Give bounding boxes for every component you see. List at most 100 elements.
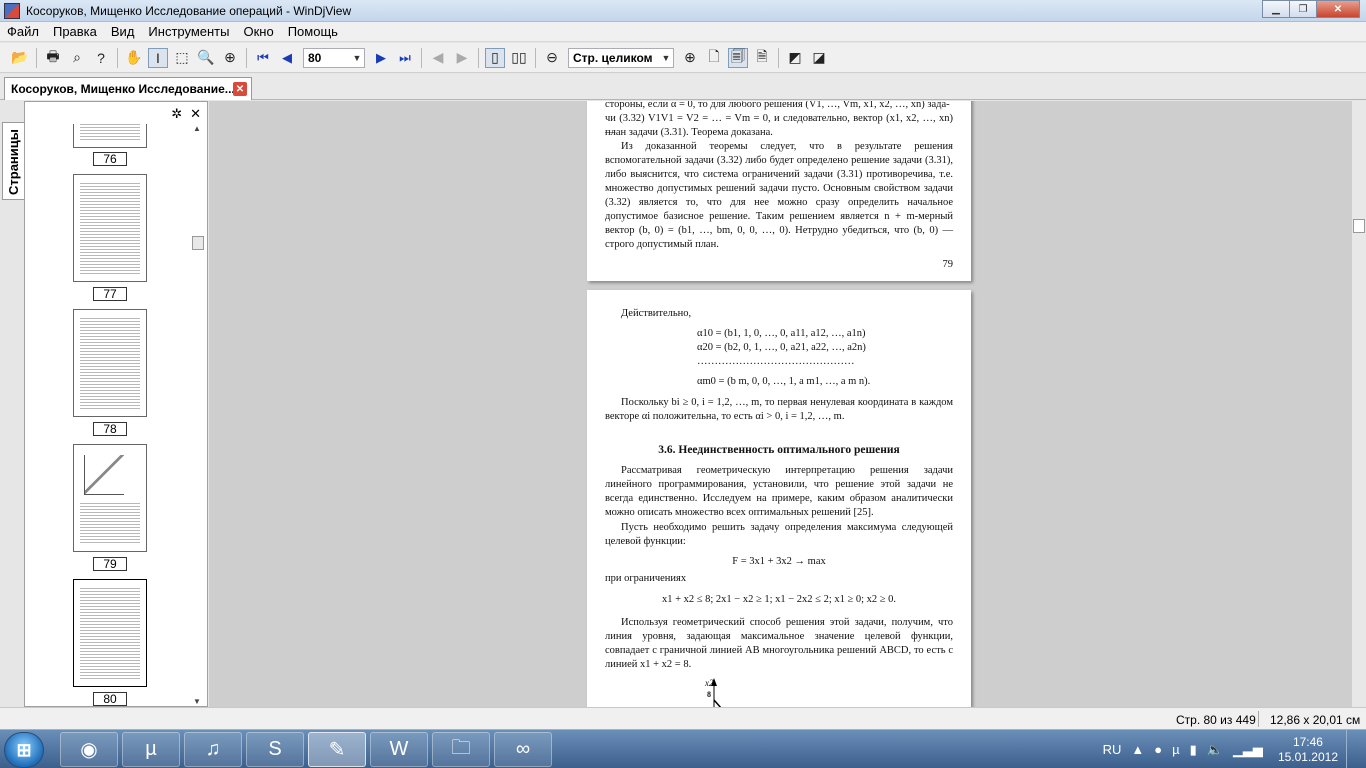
page80-constraints: x1 + x2 ≤ 8; 2x1 − x2 ≥ 1; x1 − 2x2 ≤ 2;… — [661, 594, 897, 605]
taskbar: ⊞ ◉ µ ♫ S ✎ W 🗀 ∞ RU ▲ ● µ ▮ 🔈 ▁▃▅ 17:46… — [0, 729, 1366, 768]
status-page: Стр. 80 из 449 — [1176, 713, 1256, 727]
tray-app-icon[interactable]: ● — [1154, 742, 1162, 757]
window-title: Косоруков, Мищенко Исследование операций… — [26, 3, 352, 18]
system-tray: RU ▲ ● µ ▮ 🔈 ▁▃▅ 17:46 15.01.2012 — [1098, 730, 1358, 768]
menu-bar: Файл Правка Вид Инструменты Окно Помощь — [0, 22, 1366, 42]
document-tab-label: Косоруков, Мищенко Исследование... — [11, 82, 233, 96]
pages-side-tab[interactable]: Страницы — [2, 122, 24, 200]
explorer-taskbar-icon[interactable]: 🗀 — [432, 732, 490, 767]
chevron-down-icon[interactable]: ▼ — [659, 53, 673, 63]
skype-taskbar-icon[interactable]: S — [246, 732, 304, 767]
document-scrollbar[interactable] — [1352, 101, 1366, 707]
minimize-button[interactable]: ▁ — [1262, 0, 1290, 18]
document-view[interactable]: стороны, если α = 0, то для любого решен… — [209, 101, 1366, 707]
next-page-icon[interactable]: ▶ — [371, 48, 391, 68]
menu-view[interactable]: Вид — [104, 22, 142, 42]
display-mode-icon[interactable]: ◩ — [785, 48, 805, 68]
clock-date: 15.01.2012 — [1277, 749, 1338, 764]
word-taskbar-icon[interactable]: W — [370, 732, 428, 767]
zoom-rect-icon[interactable]: 🔍 — [196, 48, 216, 68]
page79-line-1: стороны, если α = 0, то для любого решен… — [605, 101, 950, 110]
chevron-up-icon[interactable]: ▲ — [1131, 742, 1144, 757]
menu-window[interactable]: Окно — [236, 22, 280, 42]
close-pane-icon[interactable]: ✕ — [190, 106, 201, 122]
zoom-out-icon[interactable]: ⊖ — [542, 48, 562, 68]
chrome-taskbar-icon[interactable]: ◉ — [60, 732, 118, 767]
menu-file[interactable]: Файл — [0, 22, 46, 42]
figure-axes — [711, 678, 722, 707]
thumbnail-page-76[interactable] — [73, 124, 147, 148]
status-bar: Стр. 80 из 449 12,86 x 20,01 см — [0, 707, 1366, 729]
page-number-combo[interactable]: 80 ▼ — [303, 47, 365, 68]
itunes-taskbar-icon[interactable]: ♫ — [184, 732, 242, 767]
windjview-app-icon[interactable] — [4, 2, 20, 19]
network-icon[interactable]: ▁▃▅ — [1233, 742, 1263, 758]
start-button[interactable]: ⊞ — [4, 732, 44, 768]
scrollbar-thumb[interactable] — [1353, 219, 1365, 233]
page80-dots: ……………………………………… — [697, 356, 855, 367]
toolbar-separator — [117, 47, 118, 68]
volume-icon[interactable]: 🔈 — [1207, 742, 1223, 758]
gear-icon[interactable]: ✲ — [171, 106, 182, 122]
continuous-page-icon[interactable]: 🗐 — [728, 47, 748, 68]
show-desktop-button[interactable] — [1346, 730, 1358, 768]
close-tab-icon[interactable]: ✕ — [233, 82, 247, 96]
thumbnail-page-79[interactable] — [73, 444, 147, 552]
zoom-in-icon[interactable]: ⊕ — [680, 48, 700, 68]
device-tray-icon[interactable]: ▮ — [1190, 742, 1197, 758]
page80-constraints-label: при ограничениях — [605, 573, 687, 584]
hand-tool-icon[interactable]: ✋ — [124, 48, 144, 68]
page-number-value: 80 — [308, 50, 322, 65]
clock-time: 17:46 — [1292, 734, 1323, 749]
previous-page-icon[interactable]: ◀ — [277, 48, 297, 68]
toolbar: 📂 🖶 ⌕ ? ✋ I ⬚ 🔍 ⊕ ⏮ ◀ 80 ▼ ▶ ⏭ ◀ ▶ ▯ ▯▯ … — [0, 43, 1366, 73]
scrollbar-thumb[interactable] — [192, 236, 204, 250]
select-text-tool-icon[interactable]: I — [148, 47, 168, 68]
first-page-icon[interactable]: ⏮ — [253, 48, 273, 68]
close-button[interactable]: ✕ — [1316, 0, 1360, 18]
last-page-icon[interactable]: ⏭ — [395, 48, 415, 68]
scroll-up-icon[interactable]: ▲ — [193, 124, 201, 133]
menu-edit[interactable]: Правка — [46, 22, 104, 42]
menu-help[interactable]: Помощь — [281, 22, 345, 42]
chevron-down-icon[interactable]: ▼ — [350, 53, 364, 63]
open-folder-icon[interactable]: 📂 — [10, 48, 30, 68]
thumbnail-page-80[interactable] — [73, 579, 147, 687]
toolbar-separator — [421, 47, 422, 68]
fullscreen-icon[interactable]: ◪ — [809, 48, 829, 68]
language-indicator[interactable]: RU — [1103, 742, 1122, 757]
thumbnails-list: 76 77 78 79 80 — [33, 124, 183, 706]
page80-eq3: αm0 = (b m, 0, 0, …, 1, a m1, …, a m n). — [697, 376, 871, 387]
page80-heading: 3.6. Неединственность оптимального решен… — [658, 444, 900, 456]
help-icon[interactable]: ? — [91, 48, 111, 68]
thumbnail-page-78[interactable] — [73, 309, 147, 417]
thumbnail-label-79: 79 — [93, 557, 127, 571]
thumbnail-page-77[interactable] — [73, 174, 147, 282]
windjview-taskbar-icon[interactable]: ✎ — [308, 732, 366, 767]
clock[interactable]: 17:46 15.01.2012 — [1278, 735, 1338, 765]
forward-icon[interactable]: ▶ — [452, 48, 472, 68]
status-separator — [1258, 711, 1259, 727]
document-tab[interactable]: Косоруков, Мищенко Исследование... ✕ — [4, 77, 252, 100]
page79-number: 79 — [942, 259, 954, 270]
single-page-layout-icon[interactable]: ▯ — [485, 47, 505, 68]
find-binoculars-icon[interactable]: ⌕ — [67, 48, 87, 68]
zoom-combo[interactable]: Стр. целиком ▼ — [568, 47, 674, 68]
page-icon[interactable]: 🗋 — [704, 48, 724, 68]
zoom-value: Стр. целиком — [573, 50, 653, 65]
back-icon[interactable]: ◀ — [428, 48, 448, 68]
select-rect-tool-icon[interactable]: ⬚ — [172, 48, 192, 68]
scroll-down-icon[interactable]: ▼ — [193, 697, 201, 706]
facing-pages-layout-icon[interactable]: ▯▯ — [509, 48, 529, 68]
menu-tools[interactable]: Инструменты — [141, 22, 236, 42]
utorrent-taskbar-icon[interactable]: µ — [122, 732, 180, 767]
utorrent-tray-icon[interactable]: µ — [1172, 742, 1180, 757]
restore-button[interactable]: ❐ — [1289, 0, 1317, 18]
page-text-icon[interactable]: 🗎 — [752, 48, 772, 68]
print-icon[interactable]: 🖶 — [43, 48, 63, 68]
link-app-taskbar-icon[interactable]: ∞ — [494, 732, 552, 767]
thumbnails-scrollbar[interactable]: ▲ ▼ — [191, 124, 205, 706]
magnify-icon[interactable]: ⊕ — [220, 48, 240, 68]
page-80: Действительно, α10 = (b1, 1, 0, …, 0, a1… — [587, 290, 971, 707]
page80-intro: Действительно, — [621, 308, 692, 319]
